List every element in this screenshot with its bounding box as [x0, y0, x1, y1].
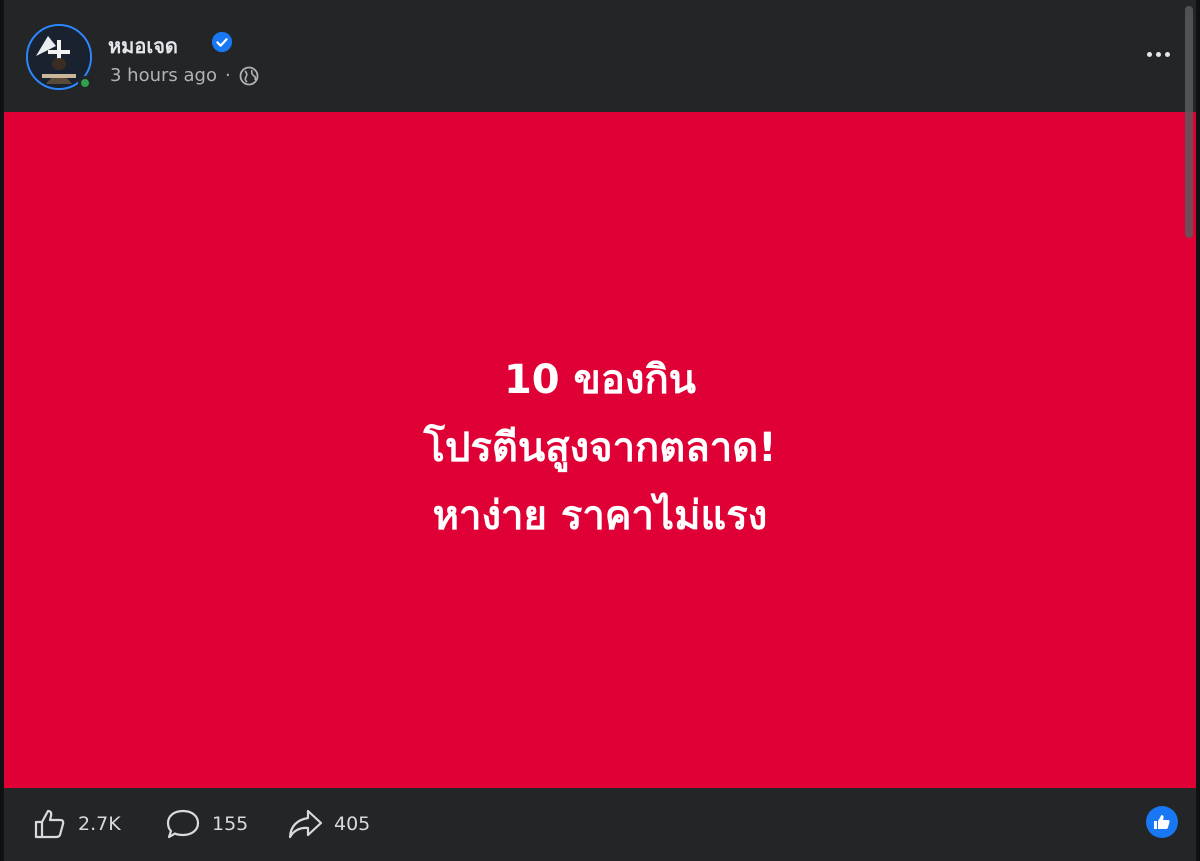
post-card: หมอเจด 3 hours ago · 10 ของกิน โปรตีนสูง…: [2, 0, 1198, 861]
post-text: 10 ของกิน โปรตีนสูงจากตลาด! หาง่าย ราคาไ…: [424, 346, 777, 550]
share-count: 405: [334, 813, 371, 835]
comment-count: 155: [212, 813, 249, 835]
author-name[interactable]: หมอเจด: [108, 30, 178, 62]
globe-icon[interactable]: [239, 66, 259, 86]
like-reaction-badge[interactable]: [1146, 806, 1178, 838]
like-reaction-icon: [1154, 815, 1170, 829]
meta-separator: ·: [224, 65, 231, 86]
comment-button[interactable]: 155: [164, 806, 248, 842]
post-meta: 3 hours ago ·: [110, 65, 259, 86]
verified-badge-icon: [211, 31, 233, 53]
online-status-dot: [78, 76, 92, 90]
more-dot: [1155, 51, 1161, 57]
thumbs-up-icon: [34, 809, 65, 839]
like-button[interactable]: 2.7K: [32, 806, 121, 842]
comment-bubble-icon: [166, 809, 200, 839]
post-text-background[interactable]: 10 ของกิน โปรตีนสูงจากตลาด! หาง่าย ราคาไ…: [4, 112, 1196, 788]
share-arrow-icon: [288, 809, 323, 839]
post-header: หมอเจด 3 hours ago ·: [4, 0, 1196, 112]
post-text-line: 10 ของกิน: [503, 357, 697, 403]
post-footer: 2.7K 155 405: [4, 788, 1196, 861]
scrollbar-thumb[interactable]: [1185, 6, 1193, 238]
share-button[interactable]: 405: [286, 806, 370, 842]
more-dot: [1146, 51, 1152, 57]
post-timestamp[interactable]: 3 hours ago: [110, 65, 217, 86]
more-options-button[interactable]: [1140, 42, 1176, 66]
more-dot: [1164, 51, 1170, 57]
post-text-line: หาง่าย ราคาไม่แรง: [432, 493, 768, 539]
post-text-line: โปรตีนสูงจากตลาด!: [423, 425, 777, 471]
like-count: 2.7K: [78, 813, 121, 835]
